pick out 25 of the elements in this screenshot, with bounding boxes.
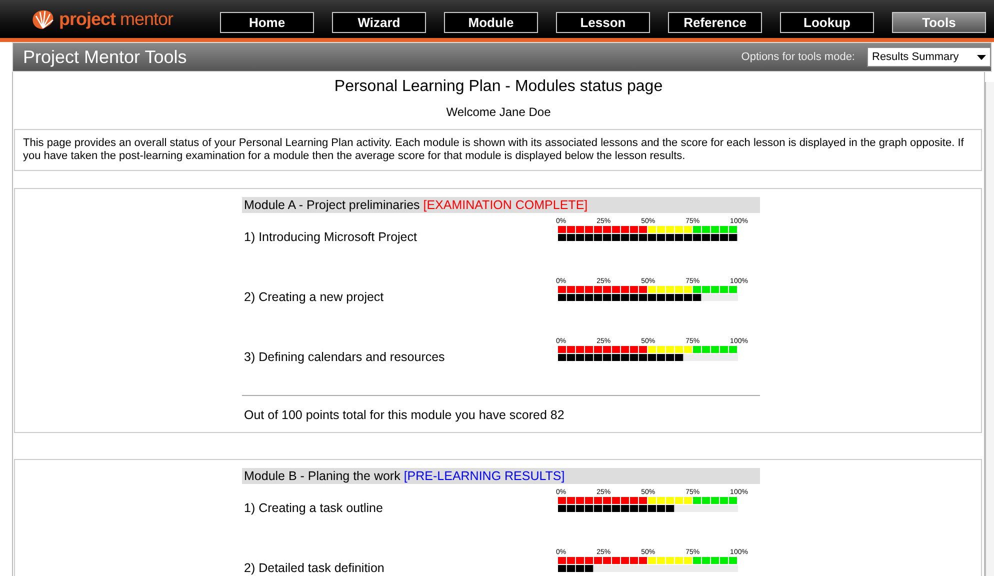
lesson-name: 3) Defining calendars and resources [243,350,446,364]
options-label: Options for tools mode: [741,51,855,63]
page-heading: Personal Learning Plan - Modules status page [333,78,664,96]
lesson-name: 1) Creating a task outline [243,501,384,515]
nav-tab[interactable]: Wizard [332,12,426,32]
nav-tab[interactable]: Tools [892,12,986,32]
shell-logo-icon [30,8,56,30]
nav-tab[interactable]: Module [444,12,538,32]
nav-tab[interactable]: Reference [668,12,762,32]
nav-tab[interactable]: Lookup [780,12,874,32]
logo-text: project mentor [59,8,174,30]
lesson-name: 1) Introducing Microsoft Project [243,230,418,244]
nav-tab[interactable]: Home [220,12,314,32]
page-title: Project Mentor Tools [23,46,188,68]
welcome-text: Welcome Jane Doe [445,105,552,119]
scrollbar[interactable] [985,82,994,576]
module-header: Module B - Planing the work [PRE-LEARNING RESULTS] [242,468,760,484]
intro-text: This page provides an overall status of your Personal Learning Plan activity. Each module is shown with its associated lessons and the score for each lesson is displayed in the graph opposite. If you have taken the post-learning examination for a module then the average score for that module is displayed below the lesson results. [14,129,982,171]
lesson-name: 2) Detailed task definition [243,561,386,575]
mode-dropdown[interactable]: Results Summary [867,47,991,67]
module-header: Module A - Project preliminaries [EXAMINATION COMPLETE] [242,197,760,213]
lesson-name: 2) Creating a new project [243,290,385,304]
nav-tab[interactable]: Lesson [556,12,650,32]
module-score: Out of 100 points total for this module you have scored 82 [243,408,566,422]
caret-icon [977,54,986,60]
